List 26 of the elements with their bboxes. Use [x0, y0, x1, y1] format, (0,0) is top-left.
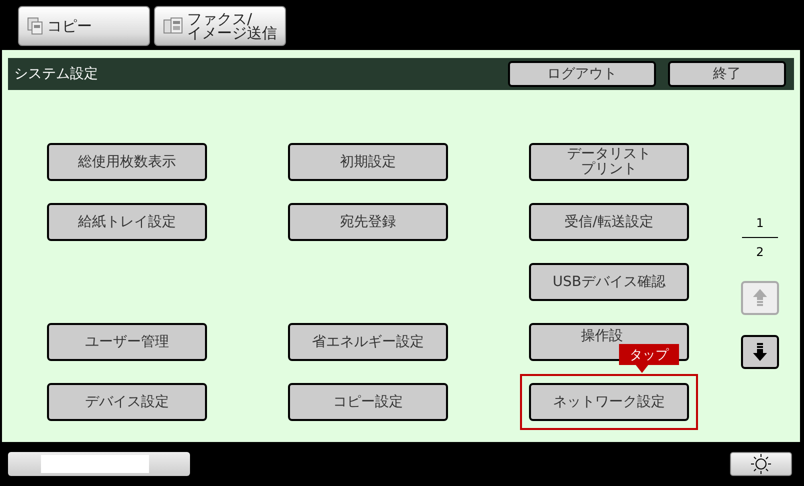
- logout-button[interactable]: ログアウト: [508, 61, 656, 87]
- menu-button[interactable]: 初期設定: [288, 143, 448, 181]
- up-arrow-icon: [753, 289, 767, 307]
- screen-title: システム設定: [14, 65, 99, 83]
- exit-button[interactable]: 終了: [668, 61, 786, 87]
- menu-button[interactable]: 宛先登録: [288, 203, 448, 241]
- menu-button[interactable]: 給紙トレイ設定: [47, 203, 207, 241]
- menu-button[interactable]: ネットワーク設定: [529, 383, 689, 421]
- brightness-button[interactable]: [730, 452, 792, 476]
- menu-button[interactable]: データリスト プリント: [529, 143, 689, 181]
- mode-tab[interactable]: ファクス/ イメージ送信: [154, 6, 286, 46]
- sun-icon: [751, 454, 771, 474]
- menu-button[interactable]: デバイス設定: [47, 383, 207, 421]
- menu-button[interactable]: ユーザー管理: [47, 323, 207, 361]
- copier-icon: [27, 17, 43, 35]
- fax-icon: [163, 17, 183, 35]
- down-arrow-icon: [753, 343, 767, 361]
- menu-button[interactable]: 総使用枚数表示: [47, 143, 207, 181]
- menu-button[interactable]: 受信/転送設定: [529, 203, 689, 241]
- total-pages: 2: [756, 244, 764, 261]
- menu-button[interactable]: コピー設定: [288, 383, 448, 421]
- page-down-button[interactable]: [741, 335, 779, 369]
- current-page: 1: [756, 215, 764, 232]
- menu-button[interactable]: 省エネルギー設定: [288, 323, 448, 361]
- mode-tab[interactable]: コピー: [18, 6, 150, 46]
- menu-button[interactable]: USBデバイス確認: [529, 263, 689, 301]
